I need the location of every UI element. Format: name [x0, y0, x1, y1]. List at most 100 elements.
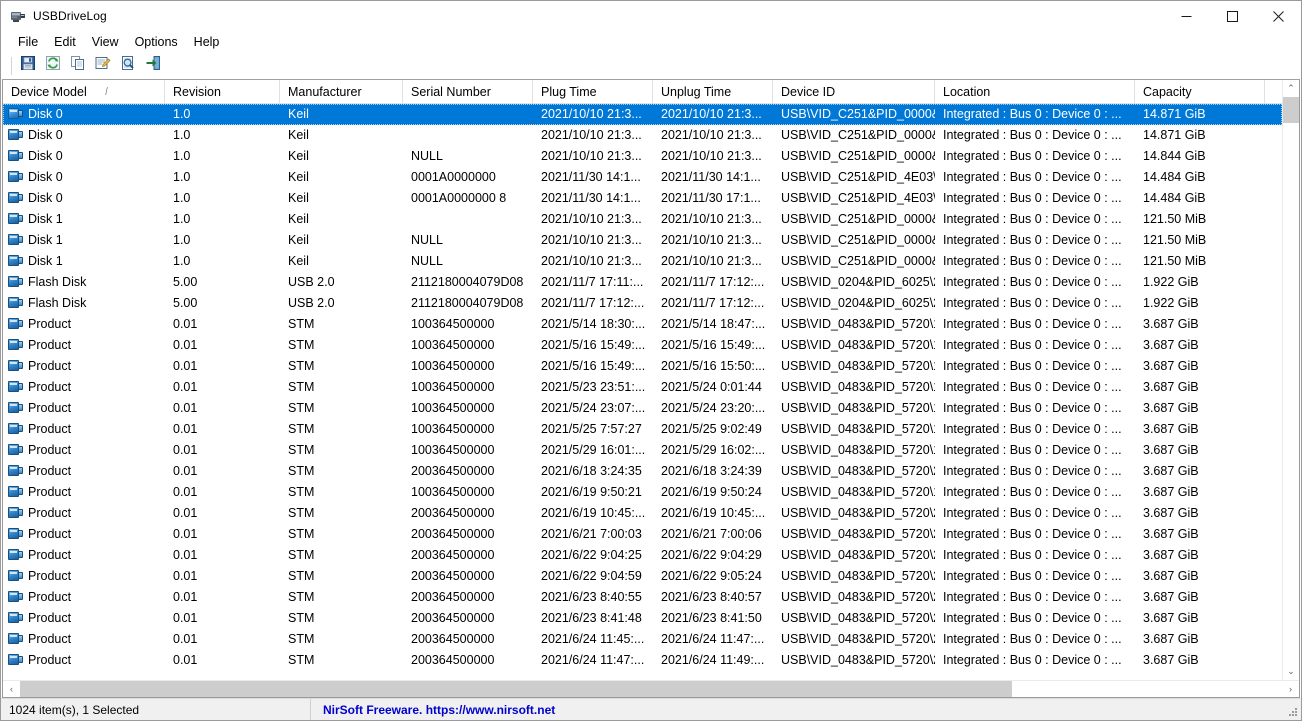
cell-location: Integrated : Bus 0 : Device 0 : ...: [943, 464, 1122, 478]
nirsoft-link[interactable]: NirSoft Freeware. https://www.nirsoft.ne…: [323, 703, 555, 717]
column-header-plug-time[interactable]: Plug Time: [533, 80, 653, 104]
cell-unplug-time: 2021/6/22 9:05:24: [661, 569, 762, 583]
menu-options[interactable]: Options: [127, 33, 186, 51]
column-header-unplug-time[interactable]: Unplug Time: [653, 80, 773, 104]
table-row[interactable]: Disk 0 1.0 Keil 2021/10/10 21:3... 2021/10/1…: [3, 125, 1282, 146]
cell-revision: 1.0: [173, 149, 191, 163]
menu-edit[interactable]: Edit: [46, 33, 84, 51]
table-row[interactable]: Product 0.01 STM 100364500000 2021/5/25 7:57…: [3, 419, 1282, 440]
table-row[interactable]: Product 0.01 STM 200364500000 2021/6/23 8:40…: [3, 587, 1282, 608]
maximize-button[interactable]: [1209, 1, 1255, 31]
cell-manufacturer: Keil: [288, 191, 309, 205]
table-row[interactable]: Product 0.01 STM 200364500000 2021/6/19 10:4…: [3, 503, 1282, 524]
cell-device-id: USB\VID_0483&PID_5720\1003...: [781, 380, 935, 394]
save-button[interactable]: [16, 55, 40, 77]
cell-unplug-time: 2021/11/7 17:12:...: [661, 275, 765, 289]
close-button[interactable]: [1255, 1, 1301, 31]
menu-file[interactable]: File: [10, 33, 46, 51]
table-row[interactable]: Product 0.01 STM 100364500000 2021/5/14 18:3…: [3, 314, 1282, 335]
cell-device-id: USB\VID_0483&PID_5720\1003...: [781, 485, 935, 499]
cell-device-model: Disk 0: [3, 146, 165, 167]
cell-capacity: 1.922 GiB: [1143, 296, 1199, 310]
table-row[interactable]: Disk 0 1.0 Keil 2021/10/10 21:3... 2021/10/1…: [3, 104, 1282, 125]
horizontal-scroll-track[interactable]: [20, 680, 1282, 697]
resize-grip[interactable]: [1285, 704, 1299, 718]
table-row[interactable]: Product 0.01 STM 200364500000 2021/6/22 9:04…: [3, 566, 1282, 587]
column-header-device-id[interactable]: Device ID: [773, 80, 935, 104]
cell-device-model: Product: [3, 419, 165, 440]
cell-device-id: USB\VID_0483&PID_5720\2003...: [781, 611, 935, 625]
table-row[interactable]: Product 0.01 STM 100364500000 2021/5/16 15:4…: [3, 356, 1282, 377]
table-row[interactable]: Product 0.01 STM 200364500000 2021/6/23 8:41…: [3, 608, 1282, 629]
table-row[interactable]: Product 0.01 STM 100364500000 2021/6/19 9:50…: [3, 482, 1282, 503]
column-header-revision[interactable]: Revision: [165, 80, 280, 104]
cell-revision: 1.0: [173, 107, 191, 121]
table-row[interactable]: Product 0.01 STM 100364500000 2021/5/16 15:4…: [3, 335, 1282, 356]
cell-device-id: USB\VID_0483&PID_5720\2003...: [781, 569, 935, 583]
cell-manufacturer: STM: [288, 443, 315, 457]
horizontal-scrollbar[interactable]: ‹ ›: [3, 680, 1299, 697]
cell-serial-number: [403, 125, 533, 146]
cell-location: Integrated : Bus 0 : Device 0 : ...: [943, 611, 1122, 625]
toolbar-separator: [11, 56, 12, 75]
cell-plug-time: 2021/10/10 21:3...: [541, 107, 642, 121]
cell-device-model: Disk 0: [3, 188, 165, 209]
vertical-scroll-track[interactable]: [1282, 97, 1299, 663]
cell-serial-number: 200364500000: [411, 506, 495, 520]
table-row[interactable]: Product 0.01 STM 100364500000 2021/5/24 23:0…: [3, 398, 1282, 419]
refresh-button[interactable]: [41, 55, 65, 77]
scroll-up-button[interactable]: ⌃: [1282, 80, 1299, 97]
table-row[interactable]: Product 0.01 STM 100364500000 2021/5/29 16:0…: [3, 440, 1282, 461]
scroll-down-button[interactable]: ⌄: [1282, 663, 1299, 680]
cell-plug-time: 2021/6/19 10:45:...: [541, 506, 646, 520]
table-row[interactable]: Flash Disk 5.00 USB 2.0 2112180004079D08 202…: [3, 272, 1282, 293]
cell-serial-number: 100364500000: [411, 443, 495, 457]
copy-button[interactable]: [66, 55, 90, 77]
cell-manufacturer: Keil: [288, 107, 309, 121]
table-row[interactable]: Disk 0 1.0 Keil 0001A0000000 2021/11/30 14:1…: [3, 167, 1282, 188]
table-row[interactable]: Disk 1 1.0 Keil NULL 2021/10/10 21:3... 2021/…: [3, 251, 1282, 272]
column-header-device-model[interactable]: Device Model /: [3, 80, 165, 104]
table-row[interactable]: Disk 0 1.0 Keil NULL 2021/10/10 21:3... 2021/…: [3, 146, 1282, 167]
table-row[interactable]: Product 0.01 STM 200364500000 2021/6/18 3:24…: [3, 461, 1282, 482]
column-header-serial-number[interactable]: Serial Number: [403, 80, 533, 104]
table-row[interactable]: Product 0.01 STM 200364500000 2021/6/24 11:4…: [3, 650, 1282, 671]
cell-capacity: 14.844 GiB: [1143, 149, 1206, 163]
cell-device-id: USB\VID_0483&PID_5720\1003...: [781, 359, 935, 373]
cell-device-id: USB\VID_0483&PID_5720\2003...: [781, 527, 935, 541]
cell-manufacturer: STM: [288, 380, 315, 394]
vertical-scrollbar[interactable]: ⌃ ⌄: [1282, 80, 1299, 680]
scroll-right-button[interactable]: ›: [1282, 680, 1299, 697]
column-header-capacity[interactable]: Capacity: [1135, 80, 1265, 104]
table-row[interactable]: Product 0.01 STM 200364500000 2021/6/21 7:00…: [3, 524, 1282, 545]
vertical-scroll-thumb[interactable]: [1282, 97, 1299, 123]
usb-drive-icon: [8, 422, 24, 438]
exit-button[interactable]: [141, 55, 165, 77]
cell-serial-number: 200364500000: [411, 569, 495, 583]
table-row[interactable]: Disk 1 1.0 Keil 2021/10/10 21:3... 2021/10/1…: [3, 209, 1282, 230]
table-row[interactable]: Product 0.01 STM 100364500000 2021/5/23 23:5…: [3, 377, 1282, 398]
cell-capacity: 3.687 GiB: [1143, 632, 1199, 646]
scroll-left-button[interactable]: ‹: [3, 680, 20, 697]
cell-manufacturer: STM: [288, 611, 315, 625]
usb-drive-icon: [8, 506, 24, 522]
horizontal-scroll-thumb[interactable]: [20, 680, 1012, 697]
minimize-button[interactable]: [1163, 1, 1209, 31]
cell-serial-number: [403, 104, 533, 125]
table-row[interactable]: Product 0.01 STM 200364500000 2021/6/22 9:04…: [3, 545, 1282, 566]
cell-device-id: USB\VID_C251&PID_0000&MI_...: [781, 128, 935, 142]
cell-capacity: 3.687 GiB: [1143, 506, 1199, 520]
table-row[interactable]: Disk 1 1.0 Keil NULL 2021/10/10 21:3... 2021/…: [3, 230, 1282, 251]
cell-location: Integrated : Bus 0 : Device 0 : ...: [943, 128, 1122, 142]
table-row[interactable]: Flash Disk 5.00 USB 2.0 2112180004079D08 202…: [3, 293, 1282, 314]
refresh-icon: [45, 55, 61, 76]
toolbar: [1, 53, 1301, 79]
properties-button[interactable]: [91, 55, 115, 77]
table-row[interactable]: Product 0.01 STM 200364500000 2021/6/24 11:4…: [3, 629, 1282, 650]
column-header-manufacturer[interactable]: Manufacturer: [280, 80, 403, 104]
find-button[interactable]: [116, 55, 140, 77]
column-header-location[interactable]: Location: [935, 80, 1135, 104]
menu-view[interactable]: View: [84, 33, 127, 51]
table-row[interactable]: Disk 0 1.0 Keil 0001A0000000 8 2021/11/30 14…: [3, 188, 1282, 209]
menu-help[interactable]: Help: [186, 33, 228, 51]
